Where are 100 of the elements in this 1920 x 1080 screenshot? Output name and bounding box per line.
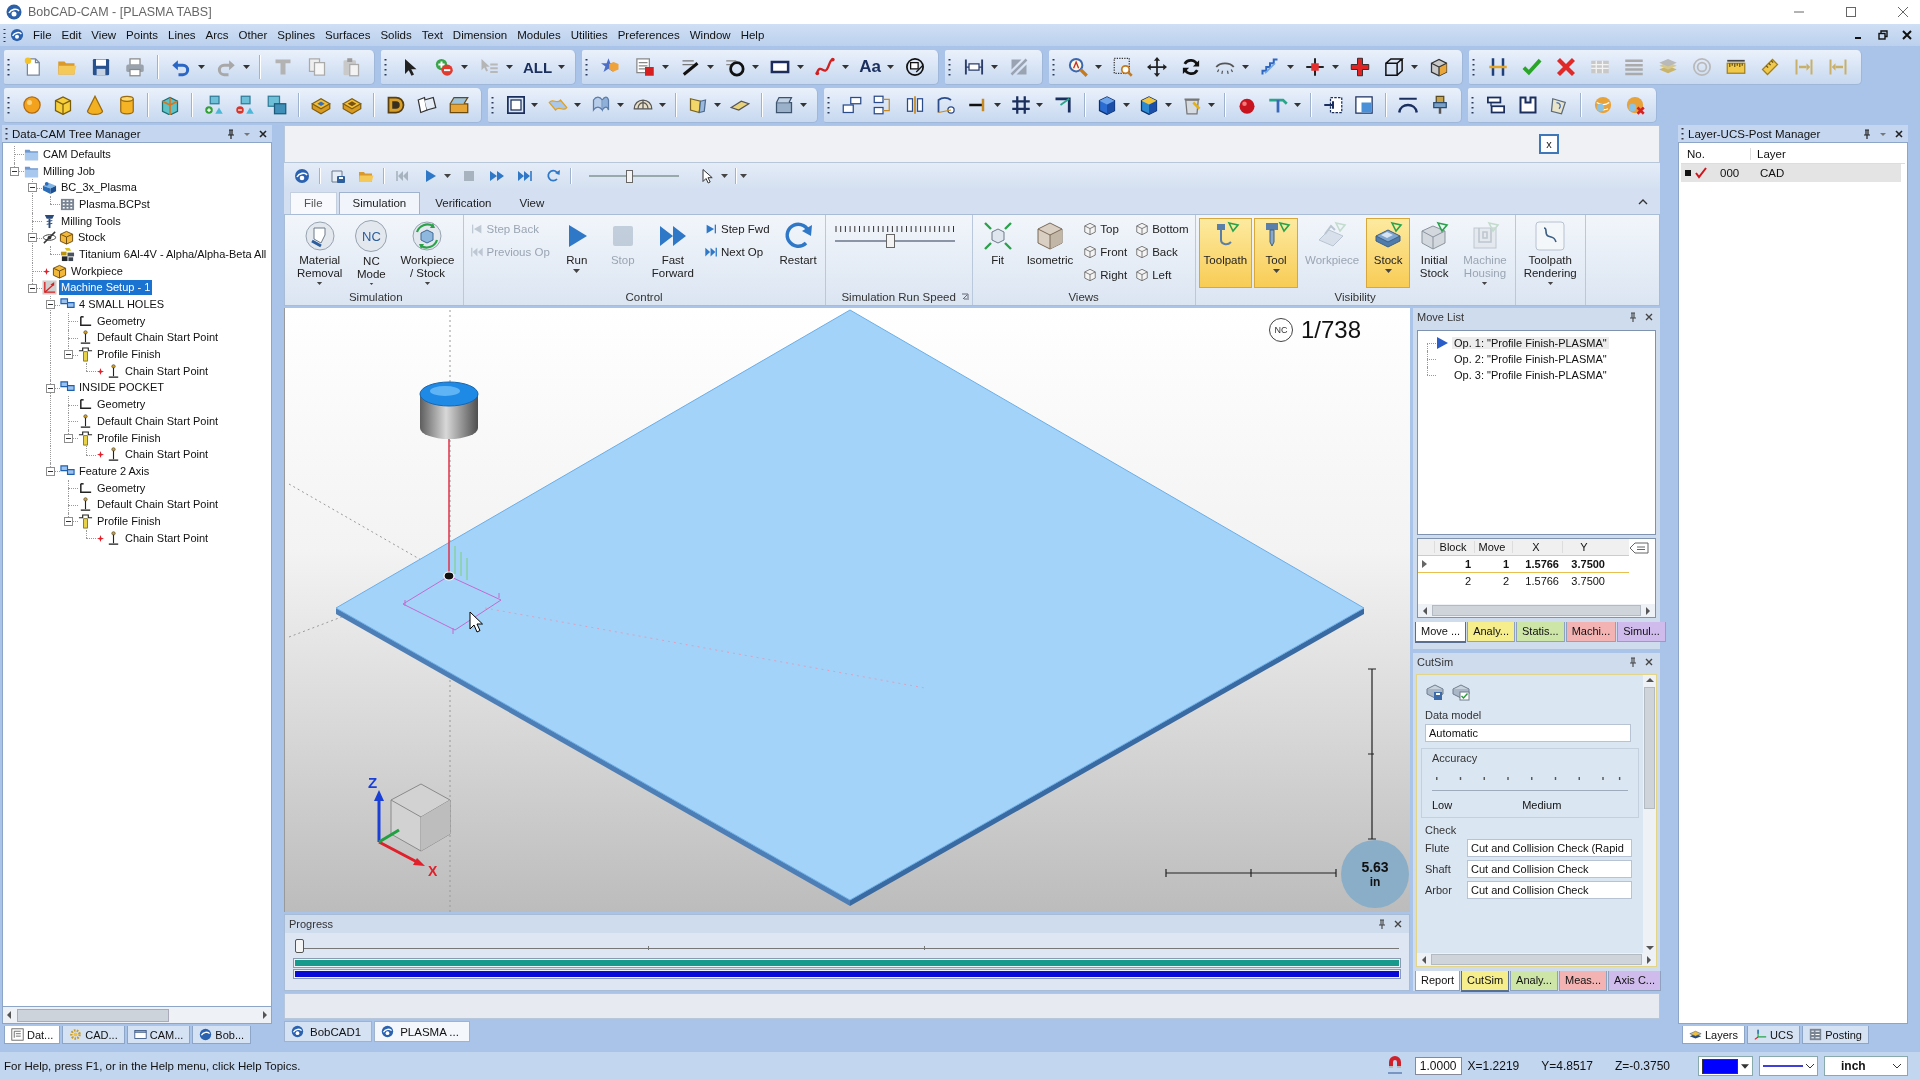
column-header[interactable]: X: [1512, 541, 1562, 553]
3d-viewport[interactable]: Z X NC 1/738 5.63 in: [284, 308, 1410, 912]
caret-icon[interactable]: [993, 103, 1001, 107]
ruler-icon[interactable]: [1725, 57, 1746, 77]
cube-icon[interactable]: [1139, 95, 1160, 115]
caret-icon[interactable]: [659, 103, 667, 107]
line-icon[interactable]: [680, 57, 701, 77]
text-style[interactable]: Aa: [859, 57, 881, 77]
caret-icon[interactable]: [367, 283, 375, 285]
blocks-icon[interactable]: [266, 95, 287, 115]
visibility-toggle[interactable]: Tool: [1254, 218, 1299, 288]
wireframe-cube-icon[interactable]: [1383, 57, 1404, 77]
pin-icon[interactable]: [226, 128, 236, 139]
grip-handle[interactable]: [947, 57, 951, 77]
close-icon[interactable]: [1393, 919, 1403, 929]
caret-icon[interactable]: [662, 65, 670, 69]
grip-handle[interactable]: [5, 126, 8, 141]
color-dropdown[interactable]: [1698, 1056, 1753, 1076]
rotate-icon[interactable]: [1180, 57, 1201, 77]
panel-tab[interactable]: Posting: [1802, 1026, 1869, 1044]
caret-icon[interactable]: [1036, 103, 1044, 107]
collapse-icon[interactable]: [46, 467, 55, 477]
circle-icon[interactable]: [725, 57, 746, 77]
grip-handle[interactable]: [826, 95, 830, 115]
collapse-ribbon-icon[interactable]: [1638, 199, 1648, 205]
ribbon-button[interactable]: Isometric: [1021, 218, 1079, 288]
caret-icon[interactable]: [1294, 103, 1301, 107]
tree-item[interactable]: Profile Finish: [95, 513, 163, 529]
tree-item[interactable]: Stock: [76, 230, 108, 246]
open-box-icon[interactable]: [774, 95, 795, 115]
tree-item[interactable]: Milling Job: [41, 163, 97, 179]
down-arrow-icon[interactable]: [1645, 945, 1654, 951]
tree-item[interactable]: 4 SMALL HOLES: [77, 297, 167, 313]
tree-item[interactable]: Plasma.BCPst: [77, 196, 152, 212]
menu-item[interactable]: Splines: [272, 27, 321, 43]
ribbon-button[interactable]: Run: [554, 218, 599, 288]
collapse-icon[interactable]: [64, 350, 73, 360]
pocket-box-icon[interactable]: [342, 95, 363, 115]
right-arrow-icon[interactable]: [1645, 606, 1651, 615]
dimension-icon[interactable]: [963, 57, 984, 77]
grip-handle[interactable]: [7, 95, 10, 115]
check-mode-field[interactable]: Cut and Collision Check (Rapid: [1467, 839, 1632, 857]
align-icon[interactable]: [1486, 95, 1507, 115]
horizontal-scrollbar[interactable]: [1418, 604, 1655, 617]
menu-item[interactable]: Window: [684, 27, 736, 43]
grip-handle[interactable]: [1471, 95, 1475, 115]
scroll-thumb[interactable]: [1431, 954, 1642, 965]
ribbon-button[interactable]: Right: [1080, 264, 1131, 286]
caret-icon[interactable]: [558, 65, 566, 69]
caret-icon[interactable]: [1272, 269, 1280, 273]
close-icon[interactable]: [258, 128, 268, 139]
left-arrow-icon[interactable]: [1421, 955, 1427, 964]
hash-icon[interactable]: [1010, 95, 1031, 115]
ribbon-button[interactable]: Left: [1132, 264, 1192, 286]
new-document-icon[interactable]: [23, 57, 43, 77]
checkbox[interactable]: [1695, 167, 1707, 179]
panel-tab[interactable]: UCS: [1747, 1026, 1801, 1044]
collapse-icon[interactable]: [46, 300, 55, 310]
panel-tab[interactable]: Meas...: [1558, 971, 1608, 991]
d-shape-icon[interactable]: [385, 95, 406, 115]
column-header[interactable]: Block: [1434, 541, 1474, 553]
undo-icon[interactable]: [171, 57, 191, 77]
skip-forward-icon[interactable]: [517, 168, 533, 184]
tree-item[interactable]: Feature 2 Axis: [77, 463, 152, 479]
collapse-icon[interactable]: [10, 166, 19, 176]
save-icon[interactable]: [91, 57, 111, 77]
block-minus-icon[interactable]: [235, 95, 256, 115]
line-style-dropdown[interactable]: [1759, 1056, 1818, 1076]
ribbon-button[interactable]: Fit: [975, 218, 1020, 288]
tree-item[interactable]: Default Chain Start Point: [95, 497, 221, 513]
panel-tab[interactable]: Machi...: [1565, 622, 1617, 642]
cube-icon[interactable]: [53, 95, 74, 115]
panel-tab[interactable]: Bob...: [192, 1026, 252, 1044]
split-bars-icon[interactable]: [1487, 57, 1508, 77]
panel-tab[interactable]: Analy...: [1467, 622, 1515, 642]
right-arrow-icon[interactable]: [262, 1011, 268, 1019]
caret-icon[interactable]: [531, 103, 539, 107]
ribbon-tab[interactable]: File: [290, 192, 337, 214]
ribbon-button[interactable]: Back: [1132, 241, 1192, 263]
left-arrow-icon[interactable]: [6, 1011, 12, 1019]
menu-item[interactable]: Text: [416, 27, 448, 43]
notch-shape-icon[interactable]: [1517, 95, 1538, 115]
caret-icon[interactable]: [707, 65, 715, 69]
caret-icon[interactable]: [198, 65, 205, 69]
tree-item[interactable]: Chain Start Point: [123, 363, 211, 379]
caret-icon[interactable]: [243, 65, 250, 69]
ruler-icon[interactable]: [1759, 57, 1780, 77]
grip-handle[interactable]: [585, 57, 589, 77]
ribbon-button[interactable]: Front: [1080, 241, 1131, 263]
menu-item[interactable]: File: [28, 27, 57, 43]
ribbon-button[interactable]: Workpiece / Stock: [395, 218, 460, 288]
arc-icon[interactable]: [1398, 95, 1418, 115]
open-box-icon[interactable]: [448, 95, 469, 115]
align-icon[interactable]: [904, 95, 925, 115]
caret-icon[interactable]: [1384, 269, 1392, 273]
shaded-cube-icon[interactable]: [1428, 57, 1449, 77]
arc-point-icon[interactable]: [936, 95, 957, 115]
dashed-box-icon[interactable]: [1322, 95, 1343, 115]
list-square-icon[interactable]: [635, 57, 656, 77]
left-arrow-icon[interactable]: [1422, 606, 1428, 615]
